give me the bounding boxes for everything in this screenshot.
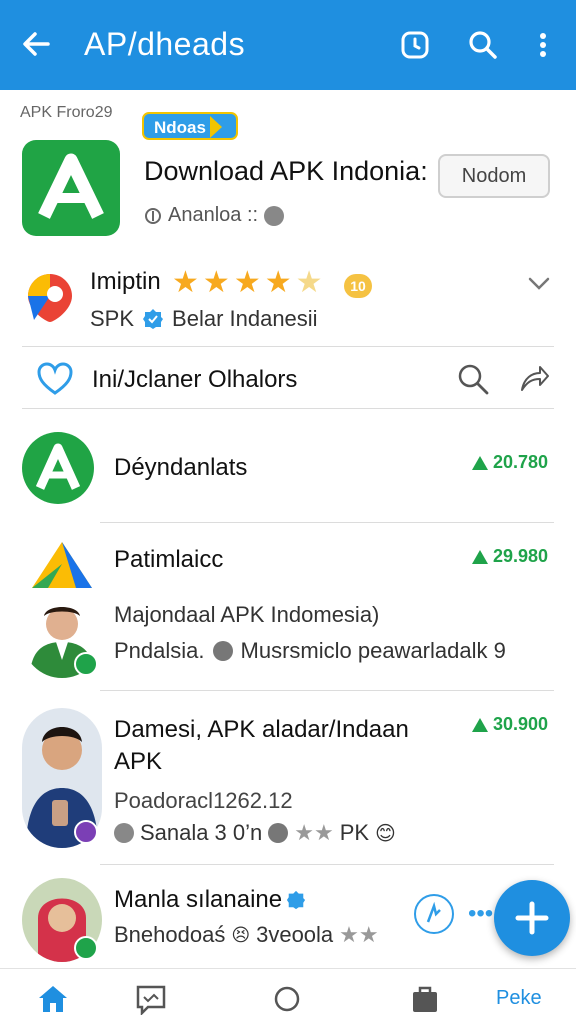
divider	[22, 408, 554, 409]
list-item-meta: Bnehodoaś 😣 3veoola ★★	[114, 922, 379, 948]
mini-action-button[interactable]	[414, 894, 454, 934]
list-item[interactable]: Déyndanlats 20.780	[0, 420, 576, 520]
meta-a: Bnehodoaś	[114, 922, 226, 947]
verified-check-icon	[74, 936, 98, 960]
rating-count-badge: 10	[344, 274, 372, 298]
price-up-icon	[471, 549, 488, 564]
list-item-title-cont: APK	[114, 748, 163, 775]
verified-check-icon	[74, 820, 98, 844]
plus-icon	[515, 901, 549, 935]
star-icon: ★	[172, 266, 199, 299]
action-text[interactable]: Ini/Jclaner Olhalors	[92, 366, 297, 394]
star-icon: ★	[202, 266, 230, 299]
emoji-icon: 😣	[231, 924, 251, 945]
meta-right: Musrsmiclo peawarladalk 9	[240, 638, 506, 663]
fab-add-button[interactable]	[494, 880, 570, 956]
divider	[22, 346, 554, 347]
list-item-title: Damesi, APK aladar/Indaan	[114, 716, 409, 743]
maps-logo-icon	[28, 274, 72, 322]
rating-subtitle: SPK Belar Indanesii	[90, 306, 318, 332]
action-row: Ini/Jclaner Olhalors	[0, 350, 576, 410]
price-value: 29.980	[492, 546, 548, 566]
info-icon	[268, 823, 289, 843]
nav-label[interactable]: Peke	[496, 987, 542, 1010]
app-a-icon	[35, 443, 81, 490]
verified-check-icon	[74, 652, 98, 676]
stars-small-icon: ★★	[339, 922, 379, 947]
developer-name: Ananloa ::	[168, 204, 259, 226]
meta-left: Pndalsia.	[114, 638, 205, 663]
bottom-nav: Peke	[0, 968, 576, 1024]
info-icon	[212, 641, 233, 661]
history-icon[interactable]	[398, 28, 432, 62]
message-icon[interactable]	[134, 983, 168, 1015]
price-up-icon	[471, 455, 488, 470]
price-value: 30.900	[492, 714, 548, 734]
rating-sub-prefix: SPK	[90, 306, 135, 331]
bag-icon[interactable]	[408, 983, 442, 1015]
app-logo	[22, 140, 120, 236]
heart-icon[interactable]	[36, 362, 74, 396]
stars-small-icon: ★★	[294, 820, 334, 845]
install-button[interactable]: Nodom	[438, 154, 550, 198]
verified-icon	[143, 309, 164, 329]
more-horiz-icon[interactable]: •••	[468, 900, 493, 928]
list-item-price: 30.900	[471, 714, 548, 735]
verified-icon	[287, 890, 306, 910]
rating-sub-text: Belar Indanesii	[172, 306, 318, 331]
circle-icon[interactable]	[270, 983, 304, 1015]
meta-a: Sanala	[140, 820, 209, 845]
app-a-icon	[38, 153, 104, 219]
arrow-left-icon[interactable]	[18, 26, 54, 62]
share-icon[interactable]	[518, 362, 550, 394]
search-icon[interactable]	[456, 362, 490, 396]
app-developer[interactable]: Ananloa ::	[144, 204, 285, 227]
list-item-title: Manla sılanaine	[114, 886, 283, 913]
price-value: 20.780	[492, 452, 548, 472]
list-item-line: Poadoracl1262.12	[114, 788, 293, 813]
list-item[interactable]: Damesi, APK aladar/Indaan APK 30.900 Poa…	[0, 700, 576, 862]
search-icon[interactable]	[466, 28, 500, 62]
divider	[100, 522, 554, 523]
gear-icon	[114, 823, 134, 843]
list-item[interactable]: Patimlaicc 29.980 Majondaal APK Indomesi…	[0, 532, 576, 688]
rating-row[interactable]: Imiptin ★ ★ ★ ★ ★ 10 SPK Belar Indanesii	[0, 262, 576, 342]
list-item-title-row: Manla sılanaine	[114, 886, 306, 914]
more-vert-icon[interactable]	[526, 28, 560, 62]
meta-b: 3 0’n	[214, 820, 263, 845]
star-rating: ★ ★ ★ ★ ★	[172, 266, 323, 300]
list-item-meta: Pndalsia. Musrsmiclo peawarladalk 9	[114, 638, 506, 664]
app-bar: AP/dheads	[0, 0, 576, 90]
list-item-meta: Sanala 3 0’n ★★ PK 😊	[114, 820, 396, 846]
star-icon: ★	[233, 266, 261, 299]
list-item-title: Patimlaicc	[114, 546, 224, 573]
home-icon[interactable]	[36, 983, 70, 1015]
info-icon	[264, 205, 285, 226]
refresh-icon	[426, 901, 441, 923]
developer-icon	[145, 207, 161, 224]
double-arrow-icon	[210, 116, 236, 138]
list-item-line: Majondaal APK Indomesia)	[114, 602, 380, 627]
divider	[100, 864, 554, 865]
sub-label: APK Froro29	[20, 104, 113, 121]
meta-c: PK	[339, 820, 370, 845]
list-item-price: 29.980	[471, 546, 548, 567]
divider	[100, 690, 554, 691]
avatar	[22, 432, 94, 504]
meta-b: 3veoola	[256, 922, 334, 947]
app-bar-title: AP/dheads	[84, 26, 246, 62]
app-title: Download APK Indonia:	[144, 156, 428, 186]
chevron-down-icon[interactable]	[526, 270, 552, 296]
list-item-title: Déyndanlats	[114, 454, 248, 481]
star-icon: ★	[264, 266, 292, 299]
emoji-icon: 😊	[375, 822, 396, 845]
half-star-icon: ★	[295, 266, 323, 299]
list-item-price: 20.780	[471, 452, 548, 473]
price-up-icon	[471, 717, 488, 732]
rating-name: Imiptin	[90, 268, 161, 295]
